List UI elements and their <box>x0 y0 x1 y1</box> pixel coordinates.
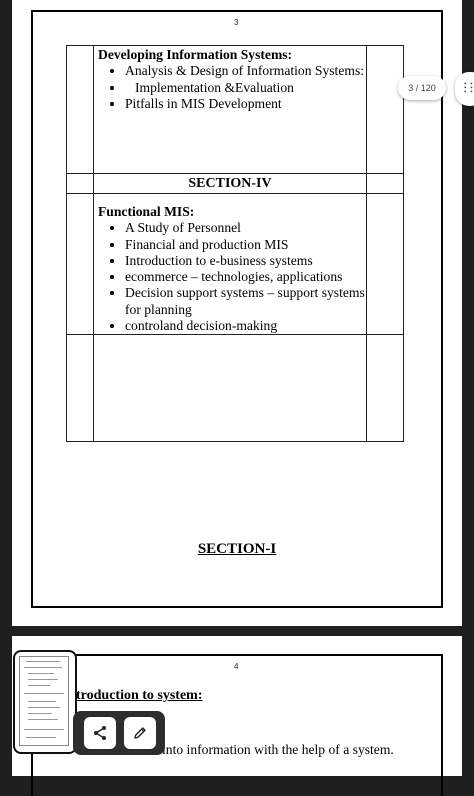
pencil-icon <box>134 727 146 739</box>
section-heading: SECTION-I <box>197 541 277 557</box>
list-item: Introduction to e-business systems <box>125 253 366 269</box>
list-item: Financial and production MIS <box>125 237 366 253</box>
list-item: Analysis & Design of Information Systems… <box>125 63 366 79</box>
section-title: troduction to system: <box>76 688 203 703</box>
list-item: A Study of Personnel <box>125 220 366 236</box>
list-item: controland decision-making <box>125 318 366 334</box>
block-developing-is: Developing Information Systems: Analysis… <box>94 46 366 112</box>
syllabus-table: Developing Information Systems: Analysis… <box>66 45 404 443</box>
scroll-handle[interactable]: • • • • • • <box>455 72 474 106</box>
block-heading: Functional MIS: <box>98 204 195 219</box>
document-page-3: 3 Developing Information Systems: Analys… <box>12 0 462 626</box>
list-item: ecommerce – technologies, applications <box>125 269 366 285</box>
drag-dots-icon: • • • • • • <box>464 80 474 96</box>
share-icon <box>94 726 106 740</box>
share-button[interactable] <box>84 717 116 749</box>
block-heading: Developing Information Systems: <box>98 47 293 62</box>
page-thumbnail[interactable] <box>13 650 77 754</box>
list-item: Pitfalls in MIS Development <box>125 96 366 112</box>
block-functional-mis: Functional MIS: A Study of Personnel Fin… <box>94 194 366 334</box>
edit-button[interactable] <box>124 717 156 749</box>
body-text: into information with the help of a syst… <box>162 742 394 757</box>
list-item: Decision support systems – support syste… <box>125 285 366 318</box>
list-item: Implementation &Evaluation <box>125 80 366 96</box>
document-page-4: 4 troduction to system: into information… <box>12 636 462 796</box>
page-indicator: 3 / 120 <box>398 76 446 100</box>
section-heading: SECTION-IV <box>93 173 367 194</box>
